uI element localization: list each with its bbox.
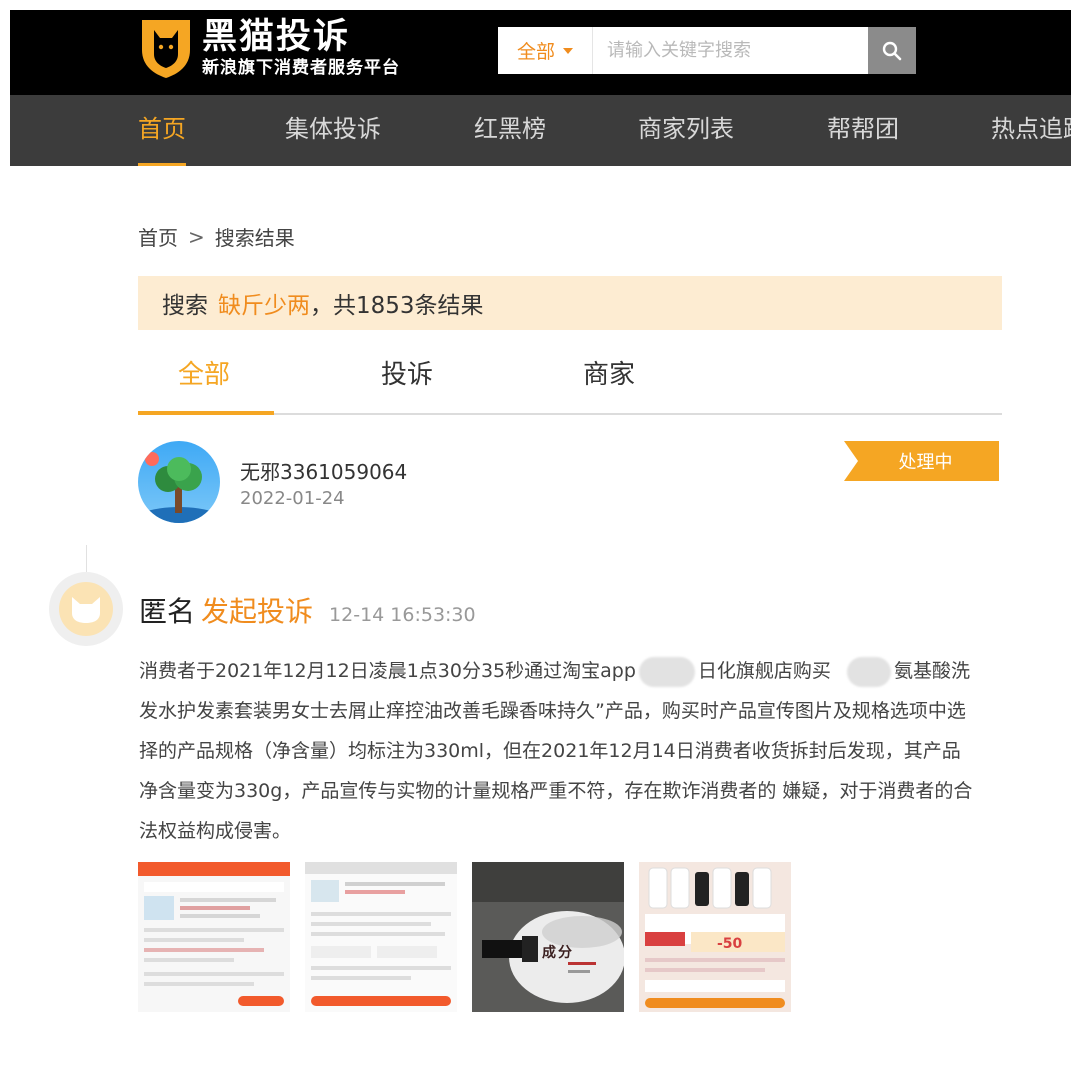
search-input[interactable] — [593, 27, 868, 74]
product-photo-image: 成 分 — [472, 862, 624, 1012]
status-label: 处理中 — [898, 452, 953, 473]
result-count: ，共1853条结果 — [310, 293, 484, 319]
complaint-image-thumbnail[interactable]: 成 分 — [472, 862, 624, 1012]
search-button[interactable] — [868, 27, 916, 74]
status-badge: 处理中 — [844, 441, 999, 481]
redacted-blur — [846, 656, 891, 687]
complaint-text-part: 氨基酸洗发水护发素套装男女士去屑止痒控油改善毛躁香味持久”产品，购买时产品宣传图… — [139, 660, 973, 842]
tab-active-indicator — [138, 411, 274, 415]
nav-item-home[interactable]: 首页 — [138, 95, 186, 166]
svg-text:分: 分 — [558, 945, 572, 961]
nav-item-label: 集体投诉 — [285, 115, 381, 143]
search-bar: 全部 — [498, 27, 916, 74]
nav-item-label: 热点追踪 — [991, 115, 1071, 143]
promo-page-image: -50 — [639, 862, 791, 1012]
site-logo[interactable]: 黑猫投诉 新浪旗下消费者服务平台 — [138, 16, 400, 80]
complaint-text-part: 日化旗舰店购买 — [697, 660, 831, 682]
timeline-line — [86, 545, 87, 575]
tab-label: 全部 — [178, 360, 231, 390]
tab-complaints[interactable]: 投诉 — [381, 354, 433, 391]
event-actor: 匿名 — [139, 595, 196, 628]
cat-shield-icon — [142, 20, 190, 78]
promo-discount-text: -50 — [717, 936, 743, 952]
spec-screenshot-image — [305, 862, 457, 1012]
search-icon — [882, 41, 902, 60]
tab-label: 投诉 — [381, 360, 434, 390]
complaint-text-part: 消费者于2021年12月12日凌晨1点30分35秒通过淘宝app — [139, 660, 636, 682]
tab-label: 商家 — [583, 360, 636, 390]
nav-item-collective-complaint[interactable]: 集体投诉 — [285, 95, 381, 166]
event-time: 12-14 16:53:30 — [329, 604, 476, 626]
complaint-date: 2022-01-24 — [240, 488, 345, 509]
nav-item-label: 首页 — [138, 115, 186, 143]
complaint-text: 消费者于2021年12月12日凌晨1点30分35秒通过淘宝app 日化旗舰店购买氨… — [139, 651, 979, 851]
breadcrumb: 首页 > 搜索结果 — [138, 222, 295, 251]
search-scope-label: 全部 — [516, 41, 555, 63]
nav-item-help-group[interactable]: 帮帮团 — [827, 95, 899, 166]
avatar[interactable] — [138, 441, 220, 523]
result-prefix: 搜索 — [162, 293, 208, 319]
logo-title: 黑猫投诉 — [202, 17, 351, 57]
nav-item-merchant-list[interactable]: 商家列表 — [638, 95, 734, 166]
breadcrumb-separator: > — [188, 224, 205, 249]
result-tabs: 全部 投诉 商家 — [138, 340, 1002, 415]
redacted-blur — [638, 656, 695, 687]
complaint-image-thumbnail[interactable] — [305, 862, 457, 1012]
search-result-summary: 搜索 缺斤少两 ，共1853条结果 — [138, 276, 1002, 330]
nav-item-label: 商家列表 — [638, 115, 734, 143]
nav-item-label: 帮帮团 — [827, 115, 899, 143]
timeline-node — [49, 572, 123, 646]
svg-text:成: 成 — [542, 944, 556, 961]
result-keyword: 缺斤少两 — [218, 293, 310, 319]
nav-item-label: 红黑榜 — [474, 115, 546, 143]
complaint-image-thumbnail[interactable] — [138, 862, 290, 1012]
avatar-tree-image — [138, 441, 220, 523]
nav-item-red-black-list[interactable]: 红黑榜 — [474, 95, 546, 166]
logo-subtitle: 新浪旗下消费者服务平台 — [202, 58, 400, 78]
top-header: 黑猫投诉 新浪旗下消费者服务平台 全部 — [10, 10, 1071, 95]
order-screenshot-image — [138, 862, 290, 1012]
event-action: 发起投诉 — [201, 595, 314, 628]
caret-down-icon — [563, 47, 573, 54]
tab-all[interactable]: 全部 — [178, 354, 230, 391]
nav-active-indicator — [138, 163, 186, 166]
search-scope-select[interactable]: 全部 — [498, 27, 593, 74]
breadcrumb-home-link[interactable]: 首页 — [138, 222, 178, 251]
breadcrumb-current: 搜索结果 — [214, 226, 295, 250]
cat-head-icon — [72, 597, 100, 623]
event-header: 匿名 发起投诉 12-14 16:53:30 — [139, 590, 476, 630]
main-nav: 首页 集体投诉 红黑榜 商家列表 帮帮团 热点追踪 — [10, 95, 1071, 166]
complaint-user-name[interactable]: 无邪3361059064 — [240, 456, 407, 485]
tab-merchants[interactable]: 商家 — [583, 354, 635, 391]
nav-item-hot-topics[interactable]: 热点追踪 — [991, 95, 1071, 166]
complaint-image-thumbnail[interactable]: -50 — [639, 862, 791, 1012]
